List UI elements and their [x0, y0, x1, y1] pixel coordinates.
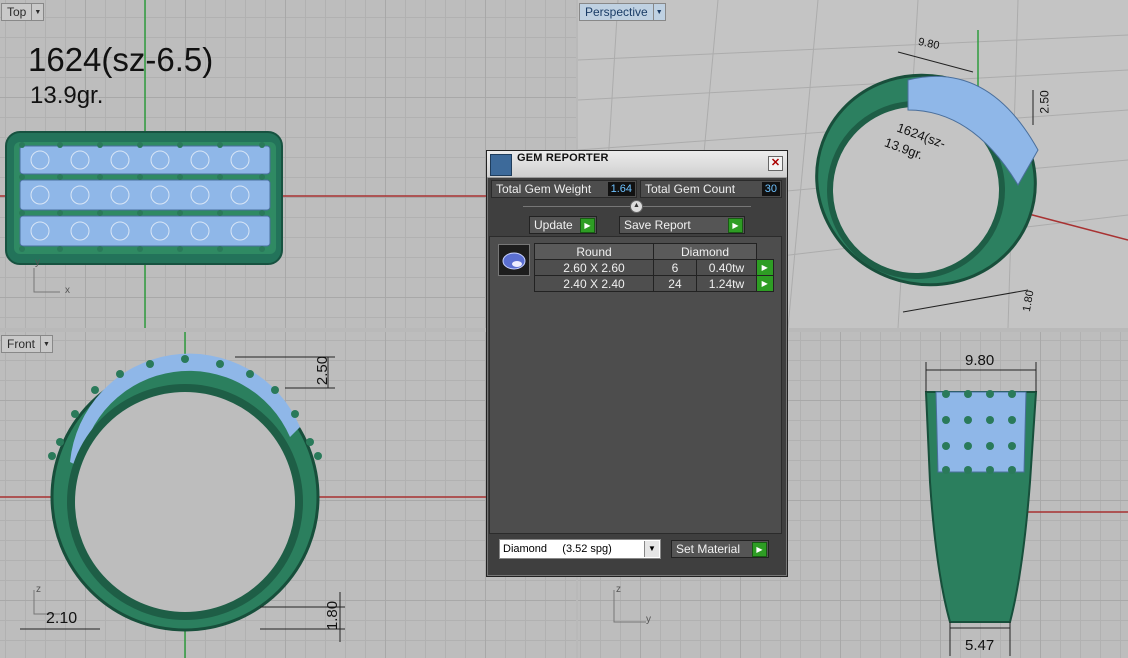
total-gem-count-value: 30	[761, 182, 780, 196]
axis-z-label: z	[616, 584, 621, 595]
axis-x-label: x	[65, 285, 70, 296]
col-header-shape: Round	[534, 243, 654, 260]
gem-count-cell: 24	[653, 275, 697, 292]
table-row[interactable]: 2.60 X 2.60 6 0.40tw ▶	[534, 259, 774, 276]
col-header-material: Diamond	[653, 243, 757, 260]
update-button-label: Update	[534, 218, 573, 232]
gem-size-cell: 2.40 X 2.40	[534, 275, 654, 292]
viewport-title[interactable]: Top	[2, 4, 31, 20]
viewport-title[interactable]: Front	[2, 336, 40, 352]
play-icon[interactable]: ▶	[756, 259, 774, 276]
gem-reporter-icon	[490, 154, 512, 176]
viewport-title[interactable]: Perspective	[580, 4, 653, 20]
total-gem-count-label: Total Gem Count	[645, 182, 736, 196]
gem-weight-cell: 0.40tw	[695, 259, 758, 276]
close-icon[interactable]: ✕	[768, 156, 783, 171]
chevron-down-icon[interactable]: ▼	[644, 541, 659, 557]
play-icon[interactable]: ▶	[728, 218, 743, 233]
dim-band-label: 1.80	[324, 600, 342, 631]
gem-count-cell: 6	[653, 259, 697, 276]
play-icon[interactable]: ▶	[752, 542, 767, 557]
dim-bottom-label: 5.47	[965, 637, 995, 654]
save-report-button[interactable]: Save Report ▶	[619, 216, 745, 234]
update-button[interactable]: Update ▶	[529, 216, 597, 234]
chevron-down-icon[interactable]: ▼	[40, 336, 52, 352]
viewport-label-perspective[interactable]: Perspective ▼	[579, 3, 666, 21]
play-icon[interactable]: ▶	[580, 218, 595, 233]
table-row[interactable]: 2.40 X 2.40 24 1.24tw ▶	[534, 275, 774, 292]
total-gem-weight-field: Total Gem Weight 1.64	[491, 180, 637, 198]
set-material-button-label: Set Material	[676, 542, 741, 556]
gem-weight-cell: 1.24tw	[695, 275, 758, 292]
material-select[interactable]: Diamond (3.52 spg) ▼	[499, 539, 661, 559]
gem-reporter-panel[interactable]: GEM REPORTER ✕ Total Gem Weight 1.64 Tot…	[486, 150, 788, 577]
chevron-down-icon[interactable]: ▼	[652, 4, 665, 20]
dim-height-label: 2.50	[1037, 90, 1052, 114]
set-material-button[interactable]: Set Material ▶	[671, 540, 769, 558]
axis-y-label: y	[646, 614, 651, 625]
gem-table-area: Round Diamond 2.60 X 2.60 6 0.40tw ▶ 2.4…	[489, 236, 782, 534]
panel-header[interactable]: GEM REPORTER ✕	[487, 151, 787, 178]
chevron-down-icon[interactable]: ▼	[31, 4, 43, 20]
dim-side-label: 2.10	[46, 610, 78, 627]
axis-z-label: z	[36, 584, 41, 595]
viewport-label-front[interactable]: Front ▼	[1, 335, 54, 353]
panel-title: GEM REPORTER	[517, 152, 609, 164]
collapse-icon[interactable]: ▲	[630, 200, 643, 213]
round-gem-icon	[498, 244, 530, 276]
material-select-value: Diamond (3.52 spg)	[503, 543, 612, 555]
viewport-label-top[interactable]: Top ▼	[1, 3, 45, 21]
total-gem-count-field: Total Gem Count 30	[640, 180, 782, 198]
gem-size-cell: 2.60 X 2.60	[534, 259, 654, 276]
ring-name-text: 1624(sz-6.5)	[28, 41, 214, 78]
ring-weight-text: 13.9gr.	[30, 82, 104, 109]
play-icon[interactable]: ▶	[756, 275, 774, 292]
gem-table: Round Diamond 2.60 X 2.60 6 0.40tw ▶ 2.4…	[534, 243, 774, 292]
axis-y-label: y	[35, 257, 40, 268]
table-header-row: Round Diamond	[534, 243, 774, 260]
dim-top-label: 9.80	[965, 352, 995, 369]
save-report-button-label: Save Report	[624, 218, 691, 232]
dim-height-label: 2.50	[314, 355, 332, 386]
total-gem-weight-value: 1.64	[607, 182, 635, 196]
total-gem-weight-label: Total Gem Weight	[496, 182, 592, 196]
